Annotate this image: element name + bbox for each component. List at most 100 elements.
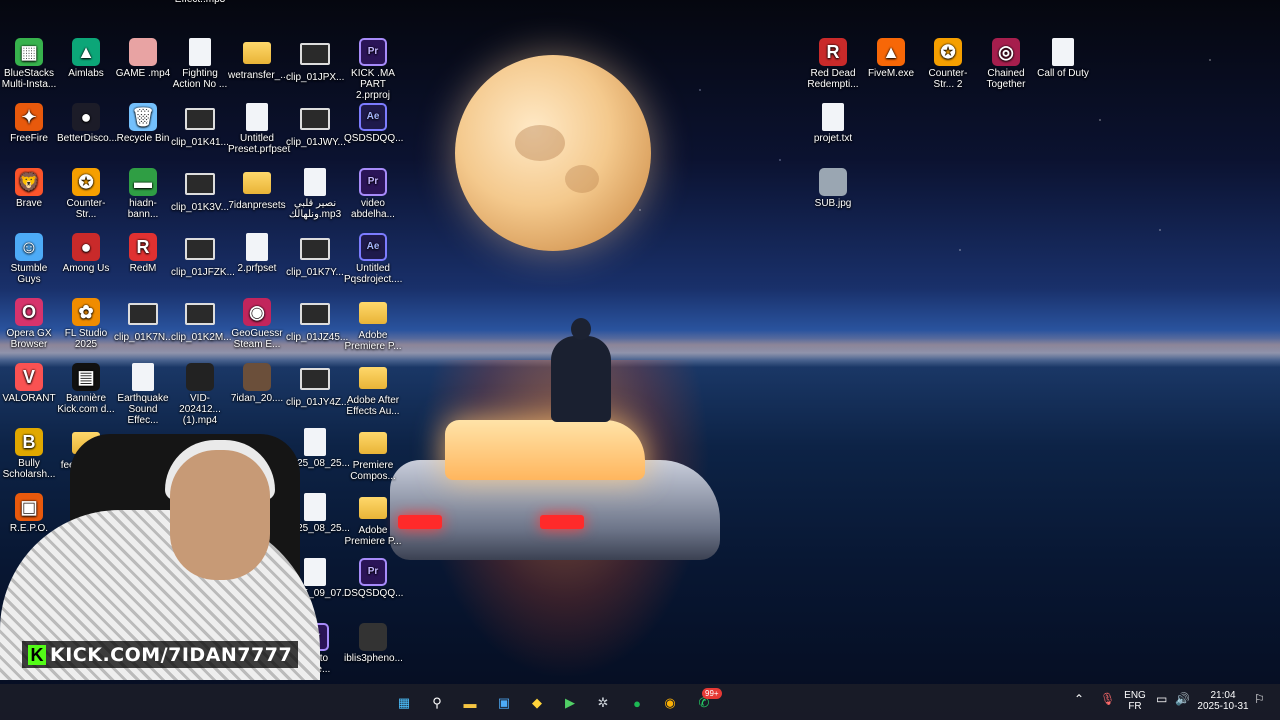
desktop-icon-premiere_compos[interactable]: Premiere Compos...: [344, 428, 402, 482]
desktop-icon-label: video abdelha...: [351, 198, 395, 220]
desktop-icon-label: Untitled Pqsdroject....: [344, 263, 403, 285]
desktop-icon-arabic_mp3[interactable]: نصير قلبي ونلهالك.mp3: [286, 168, 344, 220]
desktop-icon-adobe_pr_mid[interactable]: Adobe Premiere P...: [344, 298, 402, 352]
desktop-icon-label: clip_01JWY...: [286, 137, 346, 148]
dsqsdqq-icon: Pr: [359, 558, 387, 586]
desktop-icon-label: Chained Together: [986, 68, 1026, 90]
desktop-icon-video_abdelha[interactable]: Pr video abdelha...: [344, 168, 402, 220]
betterdisco-icon: ●: [72, 103, 100, 131]
desktop-icon-amongus[interactable]: ● Among Us: [57, 233, 115, 274]
desktop-icon-sub_jpg[interactable]: SUB.jpg: [804, 168, 862, 209]
desktop-icon-2prfpset[interactable]: 2.prfpset: [228, 233, 286, 274]
desktop-icon-7idanpresets[interactable]: 7idanpresets: [228, 168, 286, 211]
show-hidden-icons-chevron-icon[interactable]: ⌃: [1074, 693, 1084, 705]
desktop-icon-label: Untitled Preset.prfpset: [228, 133, 291, 155]
untitled_pqs-icon: Ae: [359, 233, 387, 261]
clock[interactable]: 21:04 2025-10-31: [1196, 690, 1250, 712]
fighting-icon: [189, 38, 211, 66]
taskbar-store-icon[interactable]: ▣: [493, 692, 515, 714]
operagx-icon: O: [15, 298, 43, 326]
desktop-icon-valorant[interactable]: V VALORANT: [0, 363, 58, 404]
desktop-icon-clip_01k3v[interactable]: clip_01K3V...: [171, 168, 229, 213]
desktop-icon-7idan_20[interactable]: 7idan_20....: [228, 363, 286, 404]
desktop-icon-recycle[interactable]: 🗑 Recycle Bin: [114, 103, 172, 144]
language-indicator[interactable]: ENG FR: [1124, 690, 1146, 712]
desktop-icon-label: clip_01JY4Z...: [286, 397, 350, 408]
desktop-icon-label: Recycle Bin: [116, 133, 170, 144]
desktop-icon-dsqsdqq[interactable]: Pr DSQSDQQ...: [344, 558, 403, 599]
clock-date: 2025-10-31: [1197, 701, 1249, 712]
desktop-icon-adobe_pr_low[interactable]: Adobe Premiere P...: [344, 493, 402, 547]
desktop-icon-label: projet.txt: [813, 133, 853, 144]
taskbar-start-icon[interactable]: ▦: [393, 692, 415, 714]
desktop-icon-rdr[interactable]: R Red Dead Redempti...: [804, 38, 862, 90]
desktop-icon-brave[interactable]: 🦁 Brave: [0, 168, 58, 209]
desktop-icon-earthquake[interactable]: Earthquake Sound Effec...: [114, 363, 172, 426]
desktop-icon-label: Counter-Str...: [66, 198, 106, 220]
desktop-icon-clip_01k41[interactable]: clip_01K41...: [171, 103, 229, 148]
desktop-icon-clip_01jy4z[interactable]: clip_01JY4Z...: [286, 363, 350, 408]
volume-icon[interactable]: 🔊: [1175, 693, 1190, 705]
desktop-icon-geoguessr[interactable]: ◉ GeoGuessr Steam E...: [228, 298, 286, 350]
desktop-icon-chained[interactable]: ◎ Chained Together: [977, 38, 1035, 90]
wallpaper-moon: [455, 55, 651, 251]
desktop-icon-clip_01jfzk[interactable]: clip_01JFZK...: [171, 233, 235, 278]
desktop-icon-clip_01k7n[interactable]: clip_01K7N...: [114, 298, 174, 343]
desktop-icon-bluestacks_multi[interactable]: ▦ BlueStacks Multi-Insta...: [0, 38, 58, 90]
flstudio-icon: ✿: [72, 298, 100, 326]
desktop-icon-clip_01k7y[interactable]: clip_01K7Y...: [286, 233, 344, 278]
desktop-icon-counter_str[interactable]: ✪ Counter-Str...: [57, 168, 115, 220]
desktop-icon-banniere[interactable]: ▤ Bannière Kick.com d...: [57, 363, 115, 415]
stream-url: KICK.COM/7IDAN7777: [50, 643, 293, 666]
notification-icon[interactable]: ⚐: [1254, 693, 1265, 705]
desktop-icon-label: Adobe After Effects Au...: [346, 395, 400, 417]
desktop-icon-label: Premiere Compos...: [350, 460, 396, 482]
fivem-icon: ▲: [877, 38, 905, 66]
taskbar-spotify-icon[interactable]: ●: [626, 692, 648, 714]
taskbar-app6-icon[interactable]: ▶: [559, 692, 581, 714]
desktop-icon-label: clip_01K7N...: [114, 332, 174, 343]
desktop-icon-vid_2024[interactable]: VID-202412... (1).mp4: [171, 363, 229, 426]
desktop-icon-fivem[interactable]: ▲ FiveM.exe: [862, 38, 920, 79]
desktop-icon-untitled_preset[interactable]: Untitled Preset.prfpset: [228, 103, 291, 155]
desktop-icon-freefire[interactable]: ✦ FreeFire: [0, 103, 58, 144]
stumble-icon: ☺: [15, 233, 43, 261]
desktop-icon-untitled_pqs[interactable]: Ae Untitled Pqsdroject....: [344, 233, 402, 285]
taskbar-explorer-icon[interactable]: ▬: [459, 692, 481, 714]
desktop-icon-fighting[interactable]: Fighting Action No ...: [171, 38, 229, 90]
desktop-icon-label: FL Studio 2025: [64, 328, 108, 350]
desktop-icon-redm[interactable]: R RedM: [114, 233, 172, 274]
desktop-icon-cs2[interactable]: ✪ Counter-Str... 2: [919, 38, 977, 90]
desktop-icon-betterdisco[interactable]: ● BetterDisco...: [57, 103, 117, 144]
aimlabs-icon: ▲: [72, 38, 100, 66]
desktop-icon-clip_01jwy[interactable]: clip_01JWY...: [286, 103, 346, 148]
network-icon[interactable]: ▭: [1156, 693, 1167, 705]
desktop-icon-cod[interactable]: Call of Duty: [1034, 38, 1092, 79]
desktop-icon-kick_ma[interactable]: Pr KICK .MA PART 2.prproj: [344, 38, 402, 101]
microphone-icon[interactable]: 🎙: [1100, 693, 1115, 705]
redm-icon: R: [129, 233, 157, 261]
desktop-icon-clip_01jz45[interactable]: clip_01JZ45...: [286, 298, 348, 343]
desktop-icon-stumble[interactable]: ☺ Stumble Guys: [0, 233, 58, 285]
desktop-icon-wetransfer2[interactable]: wetransfer_...: [228, 38, 289, 81]
desktop-icon-operagx[interactable]: O Opera GX Browser: [0, 298, 58, 350]
desktop-icon-punch[interactable]: Punch Sound Effect..mp3: [171, 0, 229, 5]
taskbar-app7-icon[interactable]: ✲: [592, 692, 614, 714]
desktop-icon-hiadn[interactable]: ▬ hiadn-bann...: [114, 168, 172, 220]
amongus-icon: ●: [72, 233, 100, 261]
desktop-icon-adobe_ae_folder[interactable]: Adobe After Effects Au...: [344, 363, 402, 417]
rdr-icon: R: [819, 38, 847, 66]
cs2-icon: ✪: [934, 38, 962, 66]
taskbar-app5-icon[interactable]: ◆: [526, 692, 548, 714]
desktop-icon-iblis[interactable]: iblis3pheno...: [344, 623, 403, 664]
desktop-icon-clip_01jpx[interactable]: clip_01JPX...: [286, 38, 344, 83]
desktop-icon-projet_txt[interactable]: projet.txt: [804, 103, 862, 144]
desktop-icon-clip_01k2m[interactable]: clip_01K2M...: [171, 298, 232, 343]
taskbar-chrome-icon[interactable]: ◉: [659, 692, 681, 714]
desktop-icon-game_mp4[interactable]: GAME .mp4: [114, 38, 172, 79]
desktop-icon-qsdsdq[interactable]: Ae QSDSDQQ...: [344, 103, 403, 144]
clock-time: 21:04: [1210, 690, 1236, 701]
desktop-icon-aimlabs[interactable]: ▲ Aimlabs: [57, 38, 115, 79]
taskbar-search-icon[interactable]: ⚲: [426, 692, 448, 714]
desktop-icon-flstudio[interactable]: ✿ FL Studio 2025: [57, 298, 115, 350]
